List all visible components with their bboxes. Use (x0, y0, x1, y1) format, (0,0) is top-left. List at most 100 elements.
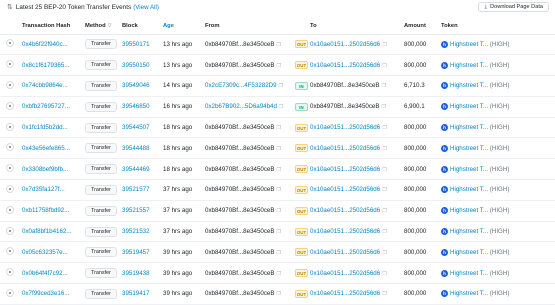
eye-icon[interactable] (6, 122, 14, 131)
copy-icon[interactable]: ❐ (277, 291, 281, 297)
token-name-link[interactable]: Highstreet T... (450, 62, 488, 69)
copy-icon[interactable]: ❐ (277, 63, 281, 69)
copy-icon[interactable]: ❐ (382, 83, 386, 89)
copy-icon[interactable]: ❐ (382, 291, 386, 297)
eye-icon[interactable] (6, 205, 14, 214)
token-name-link[interactable]: Highstreet T... (450, 83, 488, 90)
copy-icon[interactable]: ❐ (277, 146, 281, 152)
to-address[interactable]: 0x10ae0151...2502d56d6 (310, 41, 380, 48)
block-link[interactable]: 39521557 (122, 207, 150, 214)
to-address[interactable]: 0x10ae0151...2502d56d6 (310, 62, 380, 69)
transaction-hash-link[interactable]: 0x3308bef9bfb... (22, 166, 68, 173)
hash-cell: 0x7f99ced3e16... (22, 283, 85, 305)
block-link[interactable]: 39549046 (122, 82, 150, 89)
block-link[interactable]: 39544507 (122, 124, 150, 131)
copy-icon[interactable]: ❐ (277, 167, 281, 173)
block-cell: 39521557 (122, 200, 163, 222)
eye-icon[interactable] (6, 101, 14, 110)
copy-icon[interactable]: ❐ (382, 250, 386, 256)
token-name-link[interactable]: Highstreet T... (450, 187, 488, 194)
to-address[interactable]: 0x10ae0151...2502d56d6 (310, 249, 380, 256)
transaction-hash-link[interactable]: 0xbfb27695727... (22, 103, 70, 110)
copy-icon[interactable]: ❐ (382, 42, 386, 48)
copy-icon[interactable]: ❐ (277, 42, 281, 48)
eye-icon[interactable] (6, 80, 14, 89)
token-name-link[interactable]: Highstreet T... (450, 103, 488, 110)
eye-icon[interactable] (6, 288, 14, 297)
transaction-hash-link[interactable]: 0xb11758fbd92... (22, 207, 69, 214)
block-link[interactable]: 39550171 (122, 41, 150, 48)
from-address[interactable]: 0x2cE7309c...4F53282D9 (205, 82, 277, 89)
eye-icon[interactable] (6, 247, 14, 256)
copy-icon[interactable]: ❐ (279, 83, 283, 89)
eye-icon[interactable] (6, 164, 14, 173)
download-page-data-button[interactable]: ⤓ Download Page Data (478, 2, 549, 12)
block-link[interactable]: 39519417 (122, 290, 150, 297)
copy-icon[interactable]: ❐ (277, 229, 281, 235)
transaction-hash-link[interactable]: 0x74cbb9864e... (22, 82, 68, 89)
copy-icon[interactable]: ❐ (382, 229, 386, 235)
copy-icon[interactable]: ❐ (382, 187, 386, 193)
block-link[interactable]: 39519457 (122, 249, 150, 256)
copy-icon[interactable]: ❐ (279, 104, 283, 110)
token-name-link[interactable]: Highstreet T... (450, 124, 488, 131)
transaction-hash-link[interactable]: 0x05c632357e... (22, 249, 68, 256)
block-link[interactable]: 39519438 (122, 270, 150, 277)
copy-icon[interactable]: ❐ (277, 187, 281, 193)
token-name-link[interactable]: Highstreet T... (450, 270, 488, 277)
transaction-hash-link[interactable]: 0x0b64f4f7c92... (22, 270, 68, 277)
from-address[interactable]: 0x2b67B902...5D6a94b4d (205, 103, 277, 110)
to-address[interactable]: 0x10ae0151...2502d56d6 (310, 270, 380, 277)
copy-icon[interactable]: ❐ (382, 63, 386, 69)
copy-icon[interactable]: ❐ (382, 125, 386, 131)
header-age[interactable]: Age (163, 19, 205, 35)
transaction-hash-link[interactable]: 0x4b6f22f940c... (22, 41, 68, 48)
token-name-link[interactable]: Highstreet T... (450, 145, 488, 152)
eye-icon[interactable] (6, 60, 14, 69)
hash-cell: 0x43e56efe865... (22, 137, 85, 160)
eye-icon[interactable] (6, 143, 14, 152)
copy-icon[interactable]: ❐ (277, 125, 281, 131)
transaction-hash-link[interactable]: 0x1fc1fd5b2dd... (22, 124, 68, 131)
table-row: 0x4b6f22f940c... Transfer 39550171 13 hrs a… (0, 34, 555, 56)
token-name-link[interactable]: Highstreet T... (450, 41, 488, 48)
copy-icon[interactable]: ❐ (382, 146, 386, 152)
eye-icon[interactable] (6, 268, 14, 277)
copy-icon[interactable]: ❐ (382, 167, 386, 173)
to-address[interactable]: 0x10ae0151...2502d56d6 (310, 186, 380, 193)
to-address[interactable]: 0x10ae0151...2502d56d6 (310, 145, 380, 152)
eye-icon[interactable] (6, 39, 14, 48)
transaction-hash-link[interactable]: 0x7f99ced3e16... (22, 290, 69, 297)
token-name-link[interactable]: Highstreet T... (450, 207, 488, 214)
block-link[interactable]: 39546850 (122, 103, 150, 110)
view-all-link[interactable]: View All (135, 4, 157, 11)
header-age-label[interactable]: Age (163, 23, 174, 29)
token-name-link[interactable]: Highstreet T... (450, 249, 488, 256)
copy-icon[interactable]: ❐ (277, 250, 281, 256)
copy-icon[interactable]: ❐ (382, 271, 386, 277)
eye-icon[interactable] (6, 226, 14, 235)
to-address[interactable]: 0x10ae0151...2502d56d6 (310, 228, 380, 235)
copy-icon[interactable]: ❐ (277, 271, 281, 277)
filter-icon[interactable]: ▽ (108, 23, 112, 29)
block-link[interactable]: 39521577 (122, 186, 150, 193)
copy-icon[interactable]: ❐ (277, 208, 281, 214)
eye-icon[interactable] (6, 184, 14, 193)
transaction-hash-link[interactable]: 0x0af8bf1b4162... (22, 228, 72, 235)
block-link[interactable]: 39544469 (122, 166, 150, 173)
token-name-link[interactable]: Highstreet T... (450, 166, 488, 173)
block-link[interactable]: 39550150 (122, 62, 150, 69)
to-address[interactable]: 0x10ae0151...2502d56d6 (310, 290, 380, 297)
to-address[interactable]: 0x10ae0151...2502d56d6 (310, 124, 380, 131)
block-link[interactable]: 39544488 (122, 145, 150, 152)
token-name-link[interactable]: Highstreet T... (450, 291, 488, 298)
transaction-hash-link[interactable]: 0x8c1f6179365... (22, 62, 69, 69)
to-address[interactable]: 0x10ae0151...2502d56d6 (310, 166, 380, 173)
copy-icon[interactable]: ❐ (382, 104, 386, 110)
copy-icon[interactable]: ❐ (382, 208, 386, 214)
to-address[interactable]: 0x10ae0151...2502d56d6 (310, 207, 380, 214)
transaction-hash-link[interactable]: 0x7d35fa127f... (22, 186, 65, 193)
block-link[interactable]: 39521532 (122, 228, 150, 235)
transaction-hash-link[interactable]: 0x43e56efe865... (22, 145, 70, 152)
token-name-link[interactable]: Highstreet T... (450, 228, 488, 235)
